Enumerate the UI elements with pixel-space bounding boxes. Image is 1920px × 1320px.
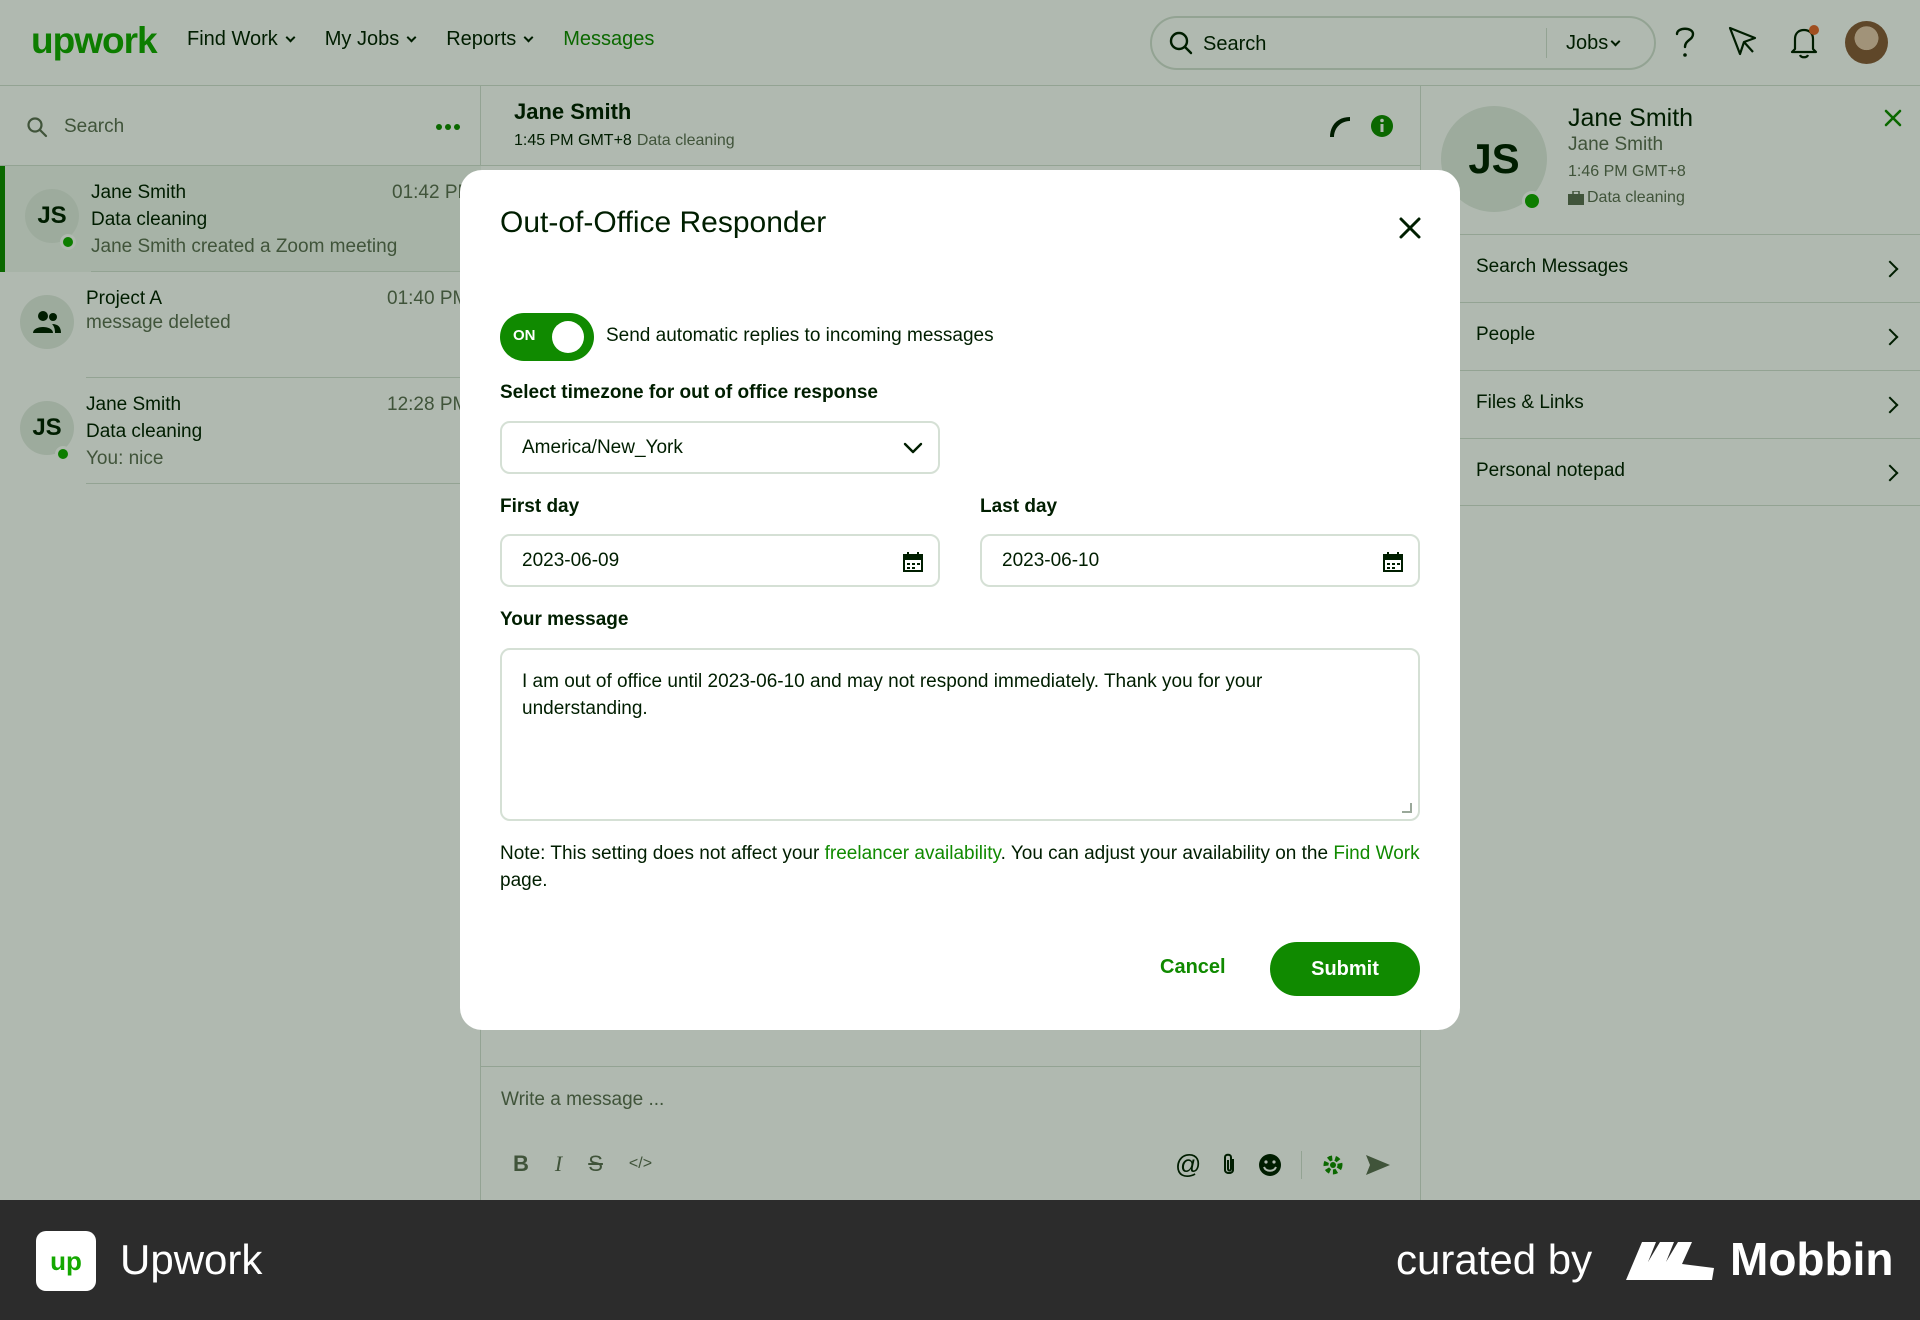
freelancer-availability-link[interactable]: freelancer availability — [825, 843, 1001, 864]
out-of-office-dialog: Out-of-Office Responder ON Send automati… — [460, 170, 1460, 1030]
toggle-state-label: ON — [513, 327, 536, 344]
message-label: Your message — [500, 609, 629, 630]
note-text: page. — [500, 870, 548, 891]
calendar-icon[interactable] — [902, 551, 924, 573]
chevron-down-icon — [902, 438, 924, 458]
mobbin-wordmark: Mobbin — [1730, 1233, 1894, 1285]
auto-reply-toggle[interactable]: ON — [500, 313, 594, 361]
timezone-value: America/New_York — [522, 437, 683, 458]
availability-note: Note: This setting does not affect your … — [500, 840, 1420, 894]
timezone-select[interactable]: America/New_York — [500, 421, 940, 474]
submit-button[interactable]: Submit — [1270, 942, 1420, 996]
last-day-input[interactable]: 2023-06-10 — [980, 534, 1420, 587]
last-day-value: 2023-06-10 — [1002, 550, 1100, 571]
toggle-knob — [552, 321, 584, 353]
curation-footer: up Upwork curated by Mobbin — [0, 1200, 1920, 1320]
first-day-input[interactable]: 2023-06-09 — [500, 534, 940, 587]
last-day-label: Last day — [980, 496, 1058, 517]
first-day-value: 2023-06-09 — [522, 550, 620, 571]
cancel-button[interactable]: Cancel — [1160, 956, 1226, 979]
calendar-icon[interactable] — [1382, 551, 1404, 573]
first-day-label: First day — [500, 496, 580, 517]
upwork-app-icon: up — [36, 1231, 96, 1291]
resize-handle[interactable] — [1402, 803, 1412, 813]
auto-reply-message-textarea[interactable]: I am out of office until 2023-06-10 and … — [500, 648, 1420, 821]
find-work-link[interactable]: Find Work — [1333, 843, 1419, 864]
dialog-title: Out-of-Office Responder — [500, 206, 827, 239]
curated-by-label: curated by — [1396, 1236, 1593, 1283]
app-name: Upwork — [120, 1236, 263, 1283]
auto-reply-message-value: I am out of office until 2023-06-10 and … — [522, 671, 1263, 719]
mobbin-logo-icon — [1626, 1238, 1716, 1282]
close-icon[interactable] — [1398, 216, 1422, 240]
note-text: Note: This setting does not affect your — [500, 843, 825, 864]
auto-reply-toggle-label: Send automatic replies to incoming messa… — [606, 325, 994, 346]
timezone-label: Select timezone for out of office respon… — [500, 382, 878, 403]
note-text: . You can adjust your availability on th… — [1000, 843, 1334, 864]
